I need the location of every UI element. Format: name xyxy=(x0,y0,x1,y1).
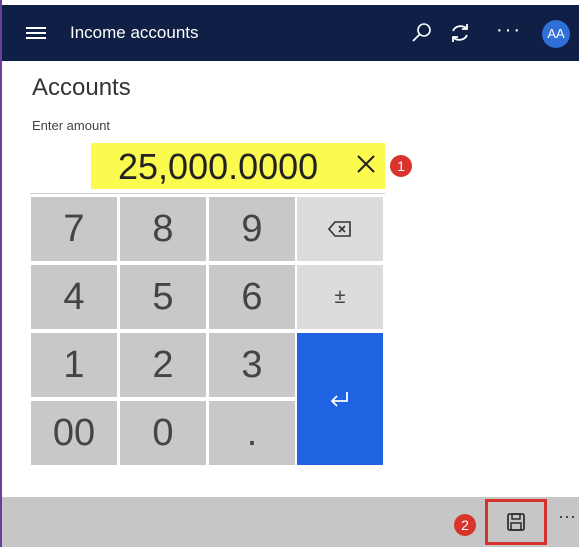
bottom-more-icon[interactable]: ··· xyxy=(558,506,576,527)
amount-divider xyxy=(30,193,385,194)
backspace-icon xyxy=(328,221,351,237)
enter-icon xyxy=(330,392,348,407)
enter-button[interactable] xyxy=(297,333,383,465)
clear-icon[interactable] xyxy=(352,150,380,178)
key-1[interactable]: 1 xyxy=(31,333,117,397)
key-00[interactable]: 00 xyxy=(31,401,117,465)
avatar[interactable]: AA xyxy=(542,20,570,48)
amount-input[interactable]: 25,000.0000 xyxy=(118,145,318,189)
more-options-icon[interactable]: ··· xyxy=(496,19,526,43)
key-decimal[interactable]: . xyxy=(209,401,295,465)
key-4[interactable]: 4 xyxy=(31,265,117,329)
refresh-icon[interactable] xyxy=(448,21,472,45)
sign-toggle-button[interactable]: ± xyxy=(297,265,383,329)
key-3[interactable]: 3 xyxy=(209,333,295,397)
key-9[interactable]: 9 xyxy=(209,197,295,261)
key-7[interactable]: 7 xyxy=(31,197,117,261)
save-icon xyxy=(507,513,525,531)
hamburger-menu-icon[interactable] xyxy=(26,27,46,39)
key-2[interactable]: 2 xyxy=(120,333,206,397)
app-title: Income accounts xyxy=(70,23,199,42)
top-bar: Income accounts ··· AA xyxy=(2,5,579,61)
page-title: Accounts xyxy=(32,74,131,101)
callout-badge-1: 1 xyxy=(390,155,412,177)
callout-badge-2: 2 xyxy=(454,514,476,536)
key-5[interactable]: 5 xyxy=(120,265,206,329)
save-button[interactable] xyxy=(485,499,547,545)
key-8[interactable]: 8 xyxy=(120,197,206,261)
amount-label: Enter amount xyxy=(32,118,111,133)
key-6[interactable]: 6 xyxy=(209,265,295,329)
key-0[interactable]: 0 xyxy=(120,401,206,465)
search-icon[interactable] xyxy=(410,21,434,45)
backspace-button[interactable] xyxy=(297,197,383,261)
